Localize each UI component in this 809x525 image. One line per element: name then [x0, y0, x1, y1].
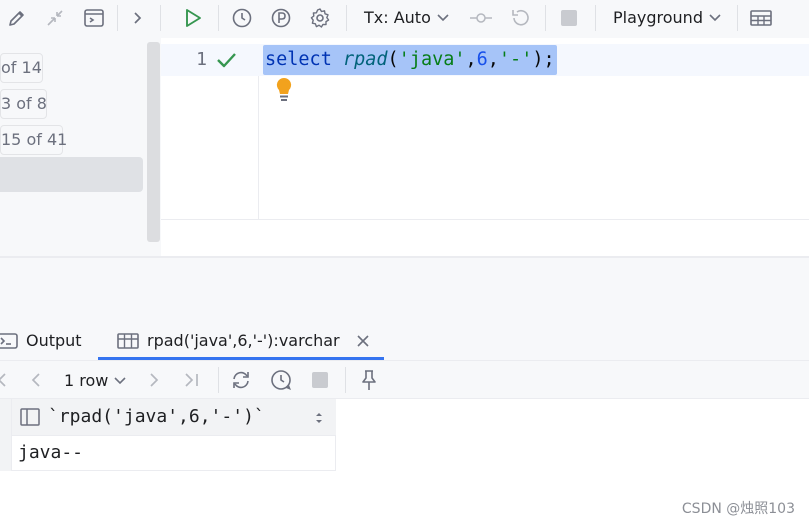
chevron-down-icon	[437, 14, 449, 22]
column-header[interactable]: `rpad('java',6,'-')`	[48, 406, 265, 427]
history-clock-icon[interactable]	[229, 5, 255, 31]
toolbar-separator	[218, 5, 219, 31]
results-toolbar: 1 row	[0, 361, 809, 399]
code-token: ,	[487, 49, 499, 70]
table-cell[interactable]: java--	[18, 442, 83, 463]
stop-icon[interactable]	[556, 5, 582, 31]
diff-arrows-icon[interactable]	[42, 5, 68, 31]
tab-output[interactable]: Output	[0, 320, 82, 361]
console-icon	[0, 332, 18, 349]
history-clock-icon[interactable]	[269, 368, 293, 392]
code-token: select	[265, 49, 332, 70]
refresh-icon[interactable]	[229, 368, 253, 392]
active-tab-indicator	[98, 357, 384, 360]
empty-area	[0, 258, 809, 320]
watermark: CSDN @烛照103	[681, 501, 795, 517]
editor-divider	[161, 219, 809, 220]
structure-panel: of 14 3 of 8 15 of 41	[0, 38, 161, 256]
transaction-mode-dropdown[interactable]: Tx: Auto	[364, 8, 449, 28]
toolbar-separator	[117, 5, 118, 31]
toolbar-separator	[345, 367, 346, 393]
row-number-gutter	[0, 399, 12, 471]
code-token: (	[387, 49, 399, 70]
table-row[interactable]: java--	[12, 436, 336, 471]
session-label: Playground	[613, 8, 703, 27]
session-dropdown[interactable]: Playground	[613, 8, 721, 28]
previous-page-icon[interactable]	[24, 368, 48, 392]
vertical-scrollbar[interactable]	[147, 42, 160, 242]
gutter-divider	[258, 76, 259, 219]
toolbar-separator	[595, 5, 596, 31]
result-grid: `rpad('java',6,'-')` java--	[0, 399, 336, 471]
chevron-down-icon	[709, 14, 721, 22]
table-grid-icon[interactable]	[748, 5, 774, 31]
code-token: );	[532, 49, 555, 70]
run-play-icon[interactable]	[180, 5, 206, 31]
count-badge[interactable]: 3 of 8	[0, 89, 47, 119]
edit-pencil-icon[interactable]	[4, 5, 30, 31]
tab-output-label: Output	[26, 331, 82, 350]
gear-icon[interactable]	[307, 5, 333, 31]
toolbar-separator	[218, 367, 219, 393]
results-tab-bar: Output rpad('java',6,'-'):varchar	[0, 320, 809, 361]
check-icon	[217, 53, 236, 68]
selected-tree-row[interactable]	[0, 157, 143, 192]
commit-icon[interactable]	[468, 5, 494, 31]
count-badge[interactable]: of 14	[0, 53, 43, 83]
line-number: 1	[196, 49, 207, 70]
code-token: ,	[465, 49, 477, 70]
first-page-icon[interactable]	[0, 368, 14, 392]
explain-plan-icon[interactable]	[268, 5, 294, 31]
chevron-right-icon[interactable]	[124, 5, 150, 31]
toolbar-separator	[545, 5, 546, 31]
count-badge[interactable]: 15 of 41	[0, 125, 67, 155]
sort-icon[interactable]	[314, 410, 324, 426]
code-token: '-'	[498, 49, 533, 70]
pin-icon[interactable]	[357, 368, 381, 392]
rollback-icon[interactable]	[507, 5, 533, 31]
tab-query-result-label: rpad('java',6,'-'):varchar	[147, 331, 340, 350]
row-count-label: 1 row	[64, 371, 109, 390]
sql-editor[interactable]: 1 select rpad('java',6,'-');	[161, 38, 809, 256]
table-icon	[117, 332, 139, 349]
chevron-down-icon	[114, 377, 126, 385]
code-token: 6	[476, 49, 488, 70]
lightbulb-icon[interactable]	[274, 76, 294, 102]
next-page-icon[interactable]	[142, 368, 166, 392]
code-token: rpad	[342, 49, 388, 70]
code-line[interactable]: select rpad('java',6,'-');	[263, 45, 557, 75]
transaction-mode-label: Tx: Auto	[364, 8, 431, 27]
close-icon[interactable]	[356, 334, 370, 348]
last-page-icon[interactable]	[180, 368, 204, 392]
code-token: 'java'	[398, 49, 466, 70]
stop-icon[interactable]	[308, 368, 332, 392]
tab-query-result[interactable]: rpad('java',6,'-'):varchar	[117, 320, 370, 361]
row-count-dropdown[interactable]: 1 row	[64, 371, 126, 391]
toolbar-separator	[737, 5, 738, 31]
console-window-icon[interactable]	[81, 5, 107, 31]
editor-toolbar: Tx: Auto Playground	[0, 0, 809, 38]
toolbar-separator	[160, 5, 161, 31]
toolbar-separator	[346, 5, 347, 31]
column-icon	[20, 408, 40, 426]
grid-header-row: `rpad('java',6,'-')`	[0, 399, 336, 436]
